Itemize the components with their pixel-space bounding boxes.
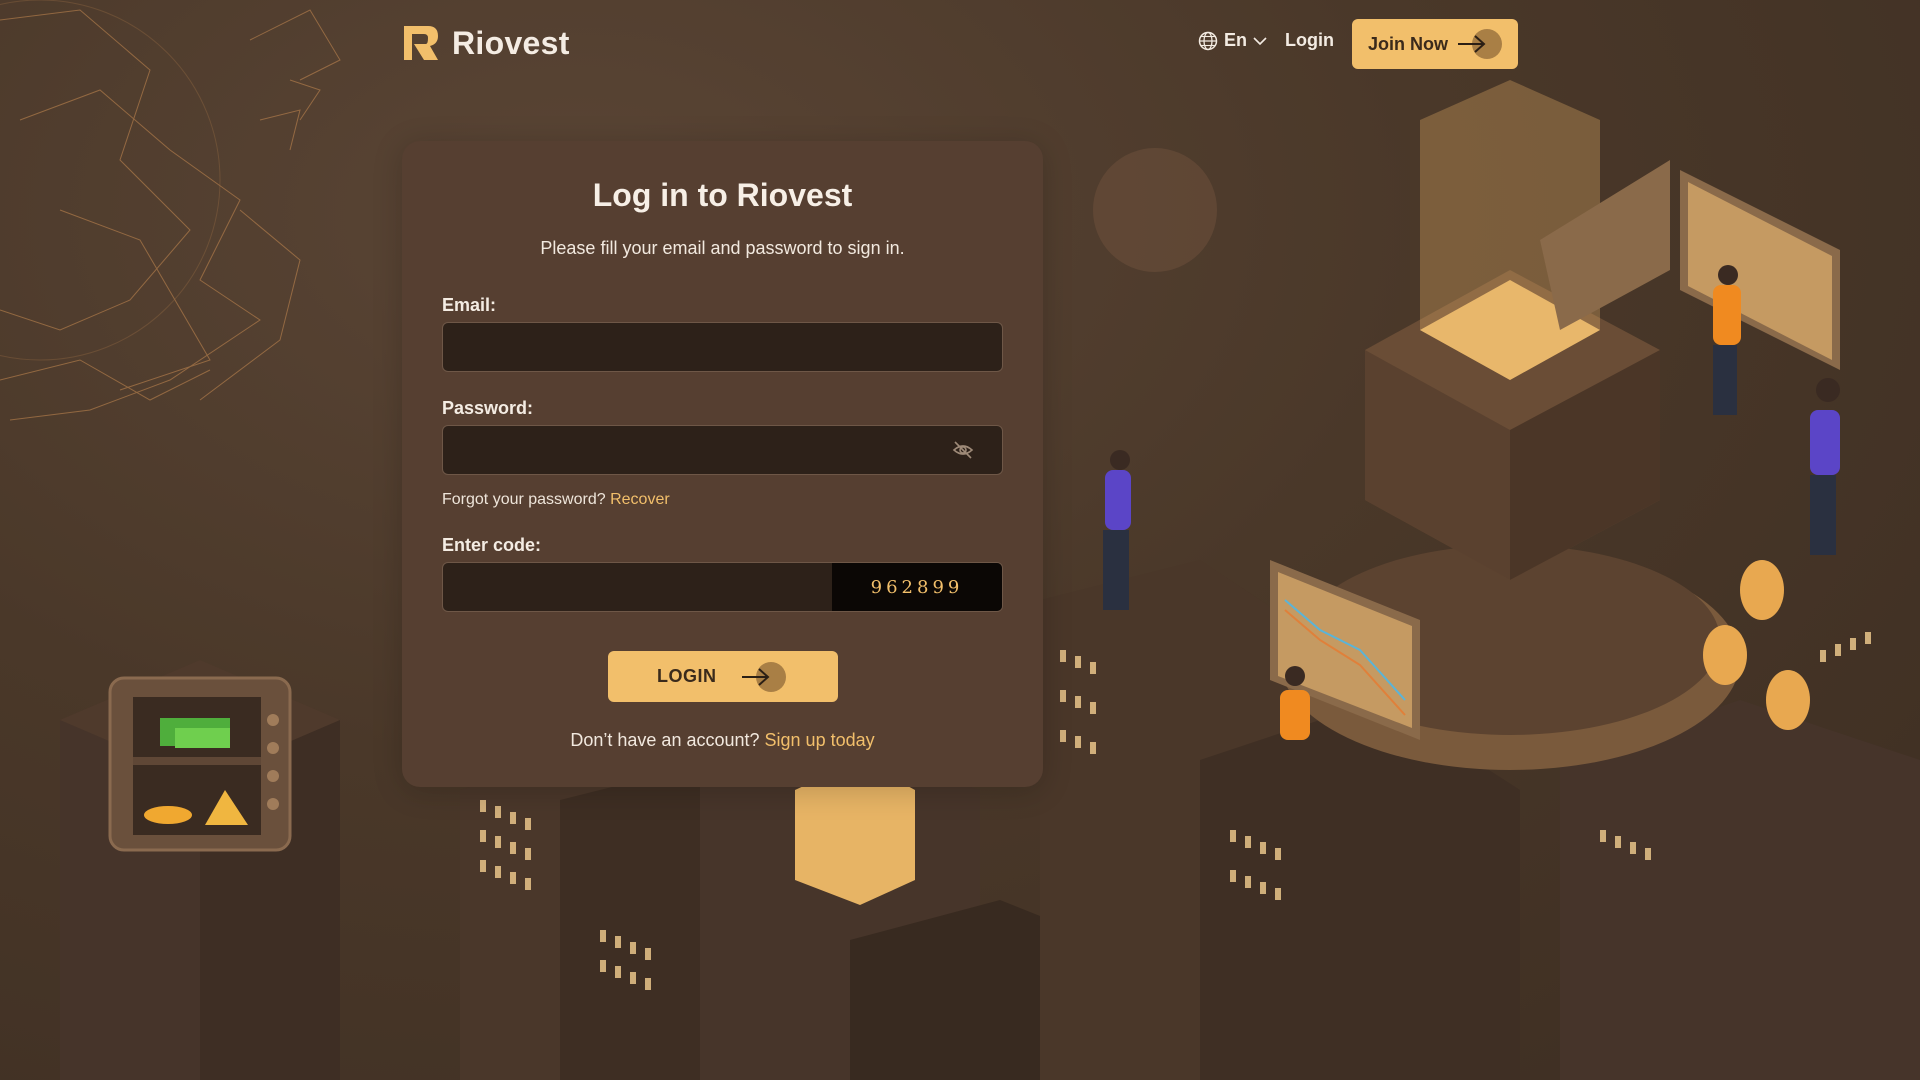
- captcha-image: 962899: [832, 563, 1002, 611]
- email-input[interactable]: [443, 323, 1002, 371]
- email-field-wrapper: [442, 322, 1003, 372]
- arrow-right-icon: [742, 668, 770, 686]
- header-login-link[interactable]: Login: [1285, 30, 1334, 51]
- password-label: Password:: [442, 398, 534, 418]
- login-submit-button[interactable]: LOGIN: [608, 651, 838, 702]
- top-navbar: Riovest En Login Join Now: [0, 0, 1920, 90]
- eye-off-icon[interactable]: [952, 440, 974, 460]
- people-figures: [1103, 265, 1840, 740]
- signup-link[interactable]: Sign up today: [765, 730, 875, 750]
- join-now-button[interactable]: Join Now: [1352, 19, 1518, 69]
- bitcoin-coins: [1703, 560, 1810, 730]
- code-input[interactable]: [443, 563, 833, 611]
- login-submit-label: LOGIN: [657, 666, 717, 686]
- forgot-password-row: Forgot your password? Recover: [442, 491, 670, 509]
- password-field-wrapper: [442, 425, 1003, 475]
- captcha-text: 962899: [870, 576, 964, 598]
- signup-text: Don’t have an account?: [570, 730, 760, 750]
- trading-monitors: [1270, 160, 1840, 740]
- login-subtitle: Please fill your email and password to s…: [540, 238, 905, 258]
- join-now-label: Join Now: [1368, 33, 1448, 54]
- chevron-down-icon: [1253, 36, 1267, 45]
- code-label: Enter code:: [442, 535, 542, 555]
- code-field-wrapper: 962899: [442, 562, 1003, 612]
- arrow-right-icon: [1458, 35, 1486, 53]
- language-label: En: [1224, 30, 1248, 50]
- language-selector[interactable]: En: [1198, 30, 1267, 51]
- forgot-password-text: Forgot your password?: [442, 491, 606, 508]
- safe-illustration: [60, 660, 340, 1080]
- central-tower: [1280, 80, 1740, 770]
- planet-sphere: [1093, 148, 1217, 272]
- recover-link[interactable]: Recover: [610, 491, 670, 508]
- brand-name: Riovest: [452, 24, 570, 61]
- password-input[interactable]: [443, 426, 1002, 474]
- login-title: Log in to Riovest: [592, 177, 853, 213]
- riovest-logo-icon: [404, 26, 438, 60]
- email-label: Email:: [442, 295, 497, 315]
- login-card: Log in to Riovest Please fill your email…: [402, 141, 1043, 787]
- brand-logo[interactable]: Riovest: [400, 22, 570, 64]
- globe-icon: [1198, 31, 1218, 50]
- signup-row: Don’t have an account? Sign up today: [402, 730, 1043, 751]
